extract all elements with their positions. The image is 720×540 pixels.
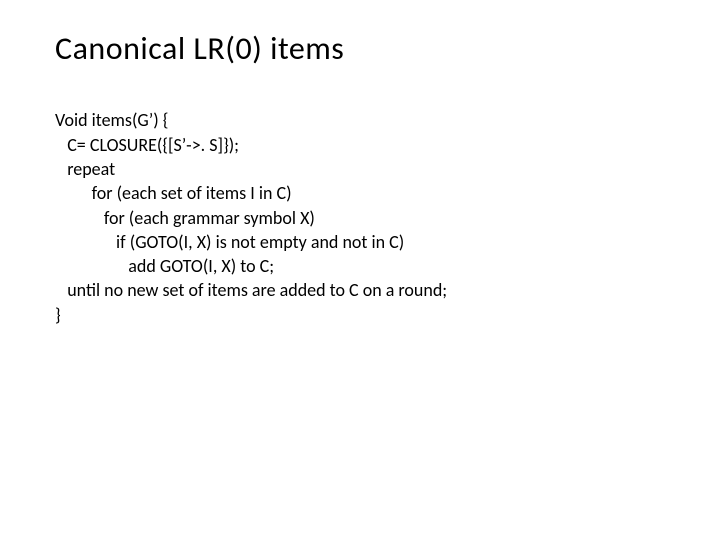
code-line: Void items(G’) { bbox=[55, 109, 168, 131]
slide: Canonical LR(0) items Void items(G’) { C… bbox=[0, 0, 720, 540]
code-line: for (each set of items I in C) bbox=[55, 182, 292, 204]
code-line: C= CLOSURE({[S’->. S]}); bbox=[55, 134, 239, 156]
code-line: until no new set of items are added to C… bbox=[55, 279, 447, 301]
code-line: for (each grammar symbol X) bbox=[55, 207, 315, 229]
code-line: if (GOTO(I, X) is not empty and not in C… bbox=[55, 231, 404, 253]
code-line: repeat bbox=[55, 158, 115, 180]
algorithm-code: Void items(G’) { C= CLOSURE({[S’->. S]})… bbox=[55, 108, 665, 327]
code-line: } bbox=[55, 304, 61, 326]
slide-title: Canonical LR(0) items bbox=[55, 30, 665, 68]
code-line: add GOTO(I, X) to C; bbox=[55, 255, 274, 277]
